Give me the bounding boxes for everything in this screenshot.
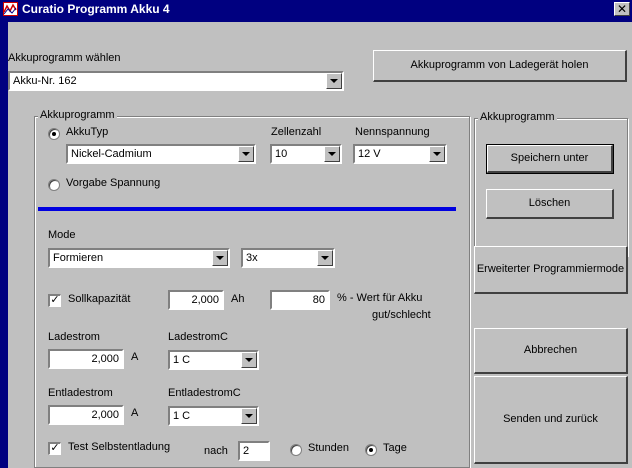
ladestrom-label: Ladestrom bbox=[48, 331, 100, 343]
extended-mode-button[interactable]: Erweiterter Programmiermode bbox=[474, 246, 628, 294]
selbstentladung-label: Test Selbstentladung bbox=[68, 441, 171, 453]
sollkapazitaet-label: Sollkapazität bbox=[68, 293, 131, 305]
chevron-down-icon[interactable] bbox=[429, 146, 445, 162]
entladestrom-input[interactable]: 2,000 bbox=[48, 405, 124, 425]
nennspannung-label: Nennspannung bbox=[355, 126, 430, 138]
zellenzahl-label: Zellenzahl bbox=[271, 126, 322, 138]
right-program-group bbox=[474, 118, 628, 256]
zellenzahl-select[interactable]: 10 bbox=[270, 144, 342, 164]
mode-select[interactable]: Formieren bbox=[48, 248, 230, 268]
chevron-down-icon[interactable] bbox=[241, 352, 257, 368]
akkutyp-value: Nickel-Cadmium bbox=[71, 148, 152, 160]
chevron-down-icon[interactable] bbox=[212, 250, 228, 266]
save-as-button[interactable]: Speichern unter bbox=[486, 144, 614, 174]
stunden-label: Stunden bbox=[308, 442, 349, 454]
app-icon bbox=[3, 2, 18, 16]
nennspannung-select[interactable]: 12 V bbox=[353, 144, 447, 164]
repeat-select[interactable]: 3x bbox=[241, 248, 335, 268]
vorgabe-spannung-label: Vorgabe Spannung bbox=[66, 177, 161, 189]
ladestrom-input[interactable]: 2,000 bbox=[48, 349, 124, 369]
send-and-return-button[interactable]: Senden und zurück bbox=[474, 376, 628, 464]
entladestromc-value: 1 C bbox=[173, 410, 191, 422]
program-select[interactable]: Akku-Nr. 162 bbox=[8, 71, 344, 91]
chevron-down-icon[interactable] bbox=[238, 146, 254, 162]
repeat-value: 3x bbox=[246, 252, 258, 264]
fetch-from-charger-button[interactable]: Akkuprogramm von Ladegerät holen bbox=[373, 50, 627, 82]
delete-button[interactable]: Löschen bbox=[486, 189, 614, 219]
sollkapazitaet-input[interactable]: 2,000 bbox=[168, 290, 224, 310]
percent-label-1: % - Wert für Akku bbox=[337, 292, 423, 304]
ladestrom-unit: A bbox=[131, 351, 139, 363]
sollkapazitaet-checkbox[interactable]: ✓ bbox=[48, 294, 61, 307]
tage-label: Tage bbox=[383, 442, 407, 454]
chevron-down-icon[interactable] bbox=[326, 73, 342, 89]
entladestromc-label: EntladestromC bbox=[168, 387, 241, 399]
chevron-down-icon[interactable] bbox=[324, 146, 340, 162]
ladestromc-value: 1 C bbox=[173, 354, 191, 366]
akkutyp-radio[interactable] bbox=[48, 128, 60, 140]
zellenzahl-value: 10 bbox=[275, 148, 288, 160]
ladestromc-select[interactable]: 1 C bbox=[168, 350, 259, 370]
nach-label: nach bbox=[204, 445, 228, 457]
tage-radio[interactable] bbox=[365, 444, 377, 456]
select-program-label: Akkuprogramm wählen bbox=[8, 52, 121, 64]
chevron-down-icon[interactable] bbox=[241, 408, 257, 424]
program-group-title: Akkuprogramm bbox=[38, 109, 117, 121]
akkutyp-label: AkkuTyp bbox=[66, 126, 109, 138]
mode-value: Formieren bbox=[53, 252, 104, 264]
title-bar[interactable]: Curatio Programm Akku 4 ✕ bbox=[0, 0, 632, 19]
vorgabe-spannung-radio[interactable] bbox=[48, 179, 60, 191]
sollkapazitaet-unit: Ah bbox=[231, 293, 245, 305]
right-program-group-title: Akkuprogramm bbox=[478, 111, 557, 123]
blue-separator bbox=[38, 207, 456, 211]
entladestromc-select[interactable]: 1 C bbox=[168, 406, 259, 426]
entladestrom-unit: A bbox=[131, 407, 139, 419]
program-select-value: Akku-Nr. 162 bbox=[13, 75, 77, 87]
dialog-body: Akkuprogramm wählen Akku-Nr. 162 Akkupro… bbox=[8, 22, 632, 468]
akkutyp-select[interactable]: Nickel-Cadmium bbox=[66, 144, 256, 164]
entladestrom-label: Entladestrom bbox=[48, 387, 113, 399]
nennspannung-value: 12 V bbox=[358, 148, 381, 160]
percent-label-2: gut/schlecht bbox=[372, 309, 431, 321]
chevron-down-icon[interactable] bbox=[317, 250, 333, 266]
ladestromc-label: LadestromC bbox=[168, 331, 228, 343]
mode-label: Mode bbox=[48, 229, 76, 241]
stunden-radio[interactable] bbox=[290, 444, 302, 456]
percent-input[interactable]: 80 bbox=[270, 290, 330, 310]
window-title: Curatio Programm Akku 4 bbox=[22, 2, 170, 16]
selbstentladung-checkbox[interactable]: ✓ bbox=[48, 442, 61, 455]
close-icon[interactable]: ✕ bbox=[614, 2, 630, 16]
cancel-button[interactable]: Abbrechen bbox=[474, 328, 628, 374]
nach-input[interactable]: 2 bbox=[238, 441, 270, 461]
